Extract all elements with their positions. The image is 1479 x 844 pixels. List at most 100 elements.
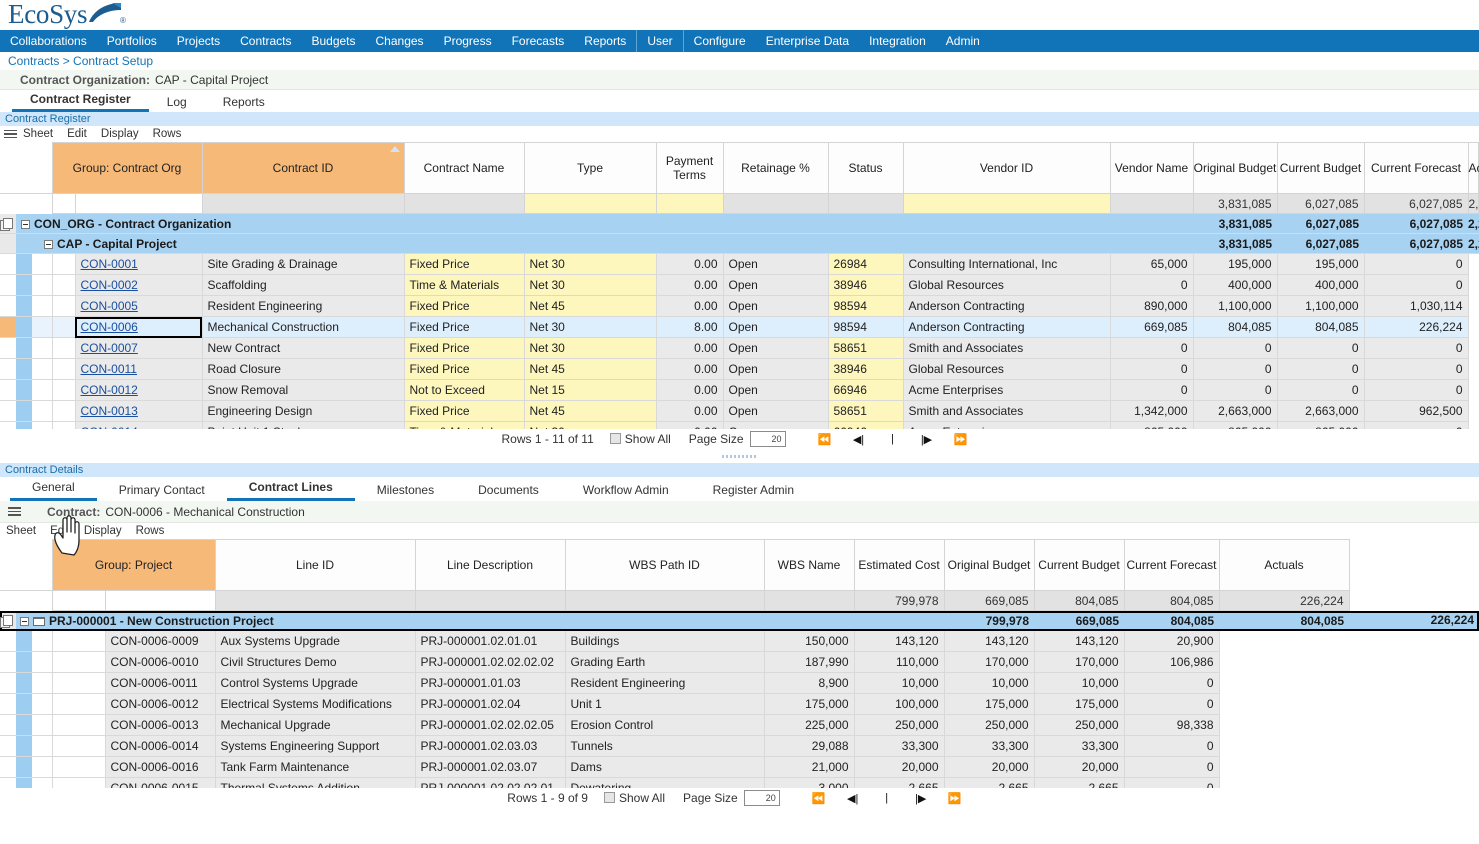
register-cell-retainage[interactable]: 0.00 (656, 295, 724, 317)
register-cell-type[interactable]: Fixed Price (404, 316, 525, 338)
register-group-label-cell[interactable]: CON_ORG - Contract Organization (16, 213, 1193, 234)
collapse-expander-icon[interactable] (20, 616, 29, 626)
register-cell-vendor_id[interactable]: 98594 (828, 295, 904, 317)
register-cell-type[interactable]: Time & Materials (404, 274, 525, 296)
lines-cell-current_forecast[interactable]: 2,665 (1034, 777, 1125, 788)
lines-cell-wbs_name[interactable]: Erosion Control (565, 714, 765, 736)
register-col-header-current_forecast[interactable]: Current Forecast (1363, 142, 1469, 194)
lines-cell-wbs_name[interactable]: Dams (565, 756, 765, 778)
register-cell-vendor_id[interactable]: 38946 (828, 358, 904, 380)
register-cell-original_budget[interactable]: 669,085 (1110, 316, 1194, 338)
register-cell-contract_id[interactable]: CON-0006 (75, 316, 203, 338)
register-show-all-checkbox[interactable] (609, 433, 621, 444)
page-tab-contract-register[interactable]: Contract Register (12, 92, 149, 112)
register-cell-type[interactable]: Fixed Price (404, 337, 525, 359)
register-cell-contract_id[interactable]: CON-0013 (75, 400, 203, 422)
lines-cell-current_budget[interactable]: 20,000 (944, 756, 1035, 778)
grid-splitter[interactable] (0, 449, 1479, 463)
register-cell-current_forecast[interactable]: 865,000 (1277, 421, 1365, 429)
register-cell-actuals[interactable]: 0 (1364, 421, 1469, 429)
splitter-grip-icon[interactable] (721, 455, 758, 458)
register-cell-vendor_id[interactable]: 26984 (828, 253, 904, 275)
nav-item-progress[interactable]: Progress (434, 30, 502, 52)
lines-filter-cell-6[interactable] (414, 590, 566, 611)
register-menu-display[interactable]: Display (101, 128, 139, 140)
register-cell-retainage[interactable]: 0.00 (656, 337, 724, 359)
register-cell-current_budget[interactable]: 1,100,000 (1193, 295, 1278, 317)
lines-cell-est_cost[interactable]: 175,000 (764, 693, 855, 715)
lines-col-header-line_desc[interactable]: Line Description (414, 539, 566, 591)
lines-table-row[interactable]: CON-0006-0011 Control Systems Upgrade PRJ-… (0, 672, 1479, 694)
register-row-gutter[interactable] (0, 358, 16, 380)
lines-col-header-grp[interactable]: Group: Project (51, 539, 216, 591)
register-cell-current_budget[interactable]: 0 (1193, 337, 1278, 359)
register-filter-cell-15[interactable]: 6,027,085 (1363, 193, 1469, 214)
register-cell-vendor_name[interactable]: Acme Enterprises (903, 421, 1111, 429)
register-cell-contract_id[interactable]: CON-0002 (75, 274, 203, 296)
register-cell-original_budget[interactable]: 890,000 (1110, 295, 1194, 317)
register-cell-payment_terms[interactable]: Net 45 (524, 400, 657, 422)
details-menu-sheet[interactable]: Sheet (6, 525, 36, 537)
register-group-row[interactable]: CON_ORG - Contract Organization 3,831,085… (0, 213, 1479, 234)
register-filter-cell-9[interactable] (722, 193, 829, 214)
lines-cell-current_budget[interactable]: 2,665 (944, 777, 1035, 788)
lines-cell-current_forecast[interactable]: 10,000 (1034, 672, 1125, 694)
contract-id-link[interactable]: CON-0012 (81, 383, 138, 397)
register-col-header-contract_name[interactable]: Contract Name (403, 142, 525, 194)
nav-item-configure[interactable]: Configure (684, 30, 756, 52)
register-col-header-vendor_name[interactable]: Vendor Name (1109, 142, 1194, 194)
lines-filter-cell-13[interactable]: 226,224 (1218, 590, 1350, 611)
register-cell-vendor_name[interactable]: Smith and Associates (903, 337, 1111, 359)
register-cell-original_budget[interactable]: 0 (1110, 337, 1194, 359)
register-cell-status[interactable]: Open (723, 253, 829, 275)
lines-cell-wbs_path[interactable]: PRJ-000001.02.03.07 (415, 756, 566, 778)
register-cell-payment_terms[interactable]: Net 45 (524, 295, 657, 317)
lines-cell-est_cost[interactable]: 225,000 (764, 714, 855, 736)
contract-id-link[interactable]: CON-0013 (81, 404, 138, 418)
register-filter-cell-14[interactable]: 6,027,085 (1276, 193, 1365, 214)
register-cell-current_forecast[interactable]: 0 (1277, 337, 1365, 359)
lines-filter-cell-3[interactable] (51, 590, 106, 611)
register-cell-contract_name[interactable]: Engineering Design (202, 400, 405, 422)
lines-row-gutter[interactable] (0, 672, 16, 694)
register-cell-contract_name[interactable]: Site Grading & Drainage (202, 253, 405, 275)
register-table-row[interactable]: CON-0005 Resident Engineering Fixed Price N… (0, 295, 1479, 317)
register-cell-current_budget[interactable]: 195,000 (1193, 253, 1278, 275)
register-row-gutter[interactable] (0, 316, 16, 338)
register-filter-cell-5[interactable] (201, 193, 405, 214)
register-cell-retainage[interactable]: 0.00 (656, 400, 724, 422)
register-filter-cell-8[interactable] (655, 193, 724, 214)
lines-cell-line_desc[interactable]: Civil Structures Demo (215, 651, 416, 673)
nav-item-changes[interactable]: Changes (366, 30, 434, 52)
register-cell-type[interactable]: Fixed Price (404, 358, 525, 380)
nav-item-budgets[interactable]: Budgets (301, 30, 365, 52)
register-next-page-button[interactable]: |▶ (910, 433, 944, 446)
lines-filter-cell-12[interactable]: 804,085 (1123, 590, 1220, 611)
register-col-header-actuals[interactable]: Actuals (1467, 142, 1479, 194)
lines-cell-est_cost[interactable]: 8,900 (764, 672, 855, 694)
nav-item-contracts[interactable]: Contracts (230, 30, 301, 52)
lines-cell-current_budget[interactable]: 33,300 (944, 735, 1035, 757)
register-filter-cell-10[interactable] (827, 193, 904, 214)
lines-cell-wbs_name[interactable]: Grading Earth (565, 651, 765, 673)
lines-cell-original_budget[interactable]: 110,000 (854, 651, 945, 673)
lines-col-header-original_budget[interactable]: Original Budget (943, 539, 1035, 591)
register-first-page-button[interactable]: ⏪ (808, 433, 842, 446)
register-cell-payment_terms[interactable]: Net 30 (524, 253, 657, 275)
register-cell-contract_id[interactable]: CON-0007 (75, 337, 203, 359)
lines-cell-original_budget[interactable]: 20,000 (854, 756, 945, 778)
register-cell-actuals[interactable]: 0 (1364, 337, 1469, 359)
register-current-page-button[interactable]: | (876, 433, 910, 445)
lines-cell-line_desc[interactable]: Control Systems Upgrade (215, 672, 416, 694)
register-filter-cell-11[interactable] (902, 193, 1111, 214)
register-cell-status[interactable]: Open (723, 316, 829, 338)
lines-cell-actuals[interactable]: 106,986 (1124, 651, 1220, 673)
register-cell-current_budget[interactable]: 0 (1193, 379, 1278, 401)
lines-prev-page-button[interactable]: ◀| (836, 792, 870, 805)
lines-cell-line_desc[interactable]: Mechanical Upgrade (215, 714, 416, 736)
lines-table-row[interactable]: CON-0006-0013 Mechanical Upgrade PRJ-00000… (0, 714, 1479, 736)
register-cell-actuals[interactable]: 1,030,114 (1364, 295, 1469, 317)
register-filter-cell-13[interactable]: 3,831,085 (1192, 193, 1278, 214)
register-cell-retainage[interactable]: 0.00 (656, 253, 724, 275)
register-cell-original_budget[interactable]: 0 (1110, 379, 1194, 401)
